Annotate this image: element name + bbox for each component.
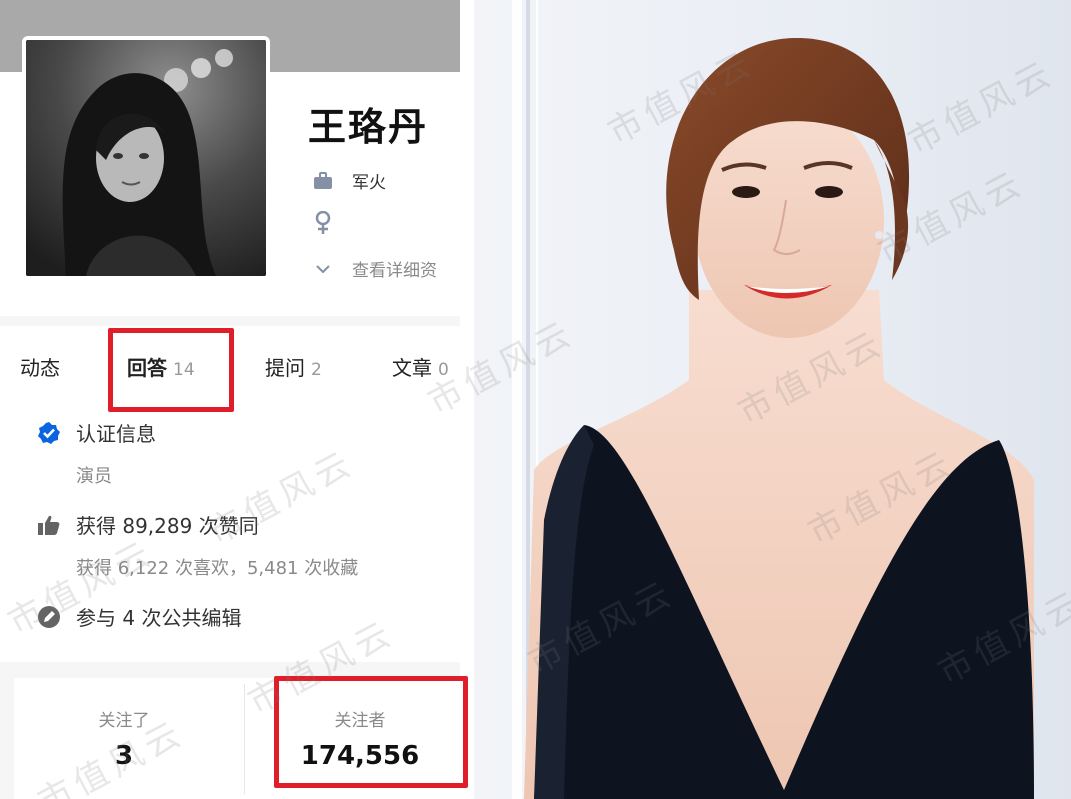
- tab-count: 2: [311, 360, 322, 380]
- tab-label: 文章: [392, 356, 432, 380]
- portrait-photo: [474, 0, 1071, 799]
- view-details-link[interactable]: 查看详细资: [312, 256, 437, 281]
- job-line: 军火: [312, 168, 386, 193]
- portrait-illustration: [474, 0, 1071, 799]
- likes-text: 获得 89,289 次赞同: [76, 514, 259, 538]
- followers-stat[interactable]: 关注者 174,556: [260, 678, 460, 771]
- chevron-down-icon: [312, 258, 334, 280]
- verified-badge-icon: [36, 420, 62, 446]
- tab-label: 回答: [127, 356, 167, 380]
- avatar-photo: [26, 40, 266, 276]
- edits-row: 参与 4 次公共编辑: [36, 602, 241, 631]
- following-label: 关注了: [98, 711, 150, 731]
- tab-feed[interactable]: 动态: [20, 352, 60, 381]
- tab-articles[interactable]: 文章 0: [392, 352, 449, 381]
- verified-info-row: 认证信息: [36, 418, 156, 447]
- followers-count: 174,556: [300, 741, 420, 771]
- achievements-card: 认证信息 演员 获得 89,289 次赞同 获得 6,122 次喜欢，5,481…: [0, 404, 460, 662]
- verified-role: 演员: [76, 466, 112, 487]
- profile-panel: 王珞丹 军火 查看详细资 动态 回答 14 提问 2 文章 0 认证信息 演员 …: [0, 0, 460, 799]
- follow-stats-card: 关注了 3 关注者 174,556: [14, 678, 460, 799]
- female-icon: [312, 211, 334, 234]
- briefcase-icon: [312, 170, 334, 192]
- user-name: 王珞丹: [308, 105, 429, 149]
- tab-questions[interactable]: 提问 2: [265, 352, 322, 381]
- tab-answers[interactable]: 回答 14: [127, 352, 195, 381]
- profile-tabs: 动态 回答 14 提问 2 文章 0: [0, 326, 460, 404]
- tab-label: 提问: [265, 356, 305, 380]
- edits-text: 参与 4 次公共编辑: [76, 606, 242, 630]
- verified-label: 认证信息: [76, 422, 156, 446]
- view-details-text: 查看详细资: [352, 261, 437, 281]
- following-stat[interactable]: 关注了 3: [24, 678, 224, 771]
- tab-count: 14: [173, 360, 195, 380]
- avatar[interactable]: [22, 36, 270, 280]
- thumbs-up-icon: [36, 512, 62, 538]
- favorites-text: 获得 6,122 次喜欢，5,481 次收藏: [76, 558, 359, 579]
- tab-count: 0: [438, 360, 449, 380]
- following-count: 3: [114, 741, 134, 771]
- edit-pencil-icon: [36, 604, 62, 630]
- divider: [244, 684, 245, 794]
- likes-row: 获得 89,289 次赞同: [36, 510, 259, 539]
- followers-label: 关注者: [334, 711, 386, 731]
- job-text: 军火: [352, 173, 386, 193]
- tab-label: 动态: [20, 356, 60, 380]
- gender-line: [312, 211, 352, 234]
